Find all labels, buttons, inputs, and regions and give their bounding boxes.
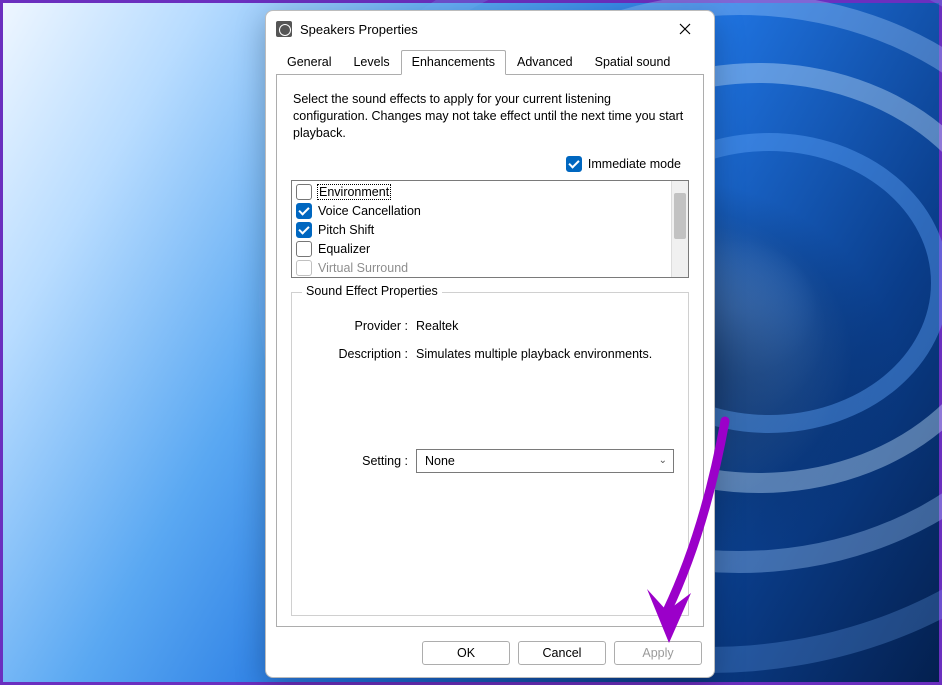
tab-levels[interactable]: Levels <box>342 50 400 75</box>
speaker-icon <box>276 21 292 37</box>
sound-effect-properties-group: Sound Effect Properties Provider : Realt… <box>291 292 689 616</box>
description-label: Description : <box>306 347 416 361</box>
effect-label: Equalizer <box>318 242 370 256</box>
effect-label: Pitch Shift <box>318 223 374 237</box>
tab-enhancements[interactable]: Enhancements <box>401 50 506 75</box>
cancel-button[interactable]: Cancel <box>518 641 606 665</box>
group-label: Sound Effect Properties <box>302 284 442 298</box>
effect-checkbox[interactable] <box>296 222 312 238</box>
effect-virtual-surround[interactable]: Virtual Surround <box>294 259 686 278</box>
ok-button[interactable]: OK <box>422 641 510 665</box>
effect-label: Virtual Surround <box>318 261 408 275</box>
setting-row: Setting : None ⌄ <box>306 449 674 473</box>
setting-value: None <box>425 454 455 468</box>
effect-voice-cancellation[interactable]: Voice Cancellation <box>294 202 686 221</box>
enhancements-panel: Select the sound effects to apply for yo… <box>276 74 704 627</box>
effect-checkbox[interactable] <box>296 241 312 257</box>
tab-advanced[interactable]: Advanced <box>506 50 584 75</box>
close-icon <box>679 23 691 35</box>
chevron-down-icon: ⌄ <box>659 455 667 466</box>
effect-equalizer[interactable]: Equalizer <box>294 240 686 259</box>
setting-select[interactable]: None ⌄ <box>416 449 674 473</box>
effect-label: Voice Cancellation <box>318 204 421 218</box>
speakers-properties-dialog: Speakers Properties General Levels Enhan… <box>265 10 715 678</box>
effect-checkbox[interactable] <box>296 203 312 219</box>
titlebar[interactable]: Speakers Properties <box>266 11 714 47</box>
apply-button[interactable]: Apply <box>614 641 702 665</box>
dialog-buttons: OK Cancel Apply <box>266 635 714 677</box>
description-row: Description : Simulates multiple playbac… <box>306 347 674 361</box>
effect-pitch-shift[interactable]: Pitch Shift <box>294 221 686 240</box>
effects-listbox[interactable]: Environment Voice Cancellation Pitch Shi… <box>291 180 689 278</box>
tab-strip: General Levels Enhancements Advanced Spa… <box>266 49 714 74</box>
provider-value: Realtek <box>416 319 674 333</box>
effect-environment[interactable]: Environment <box>294 183 686 202</box>
provider-row: Provider : Realtek <box>306 319 674 333</box>
effects-scrollbar[interactable] <box>671 181 688 277</box>
provider-label: Provider : <box>306 319 416 333</box>
description-value: Simulates multiple playback environments… <box>416 347 674 361</box>
effect-checkbox[interactable] <box>296 184 312 200</box>
immediate-mode-label: Immediate mode <box>588 157 681 171</box>
tab-spatial-sound[interactable]: Spatial sound <box>584 50 682 75</box>
immediate-mode-checkbox[interactable] <box>566 156 582 172</box>
scrollbar-thumb[interactable] <box>674 193 686 239</box>
setting-label: Setting : <box>306 454 416 468</box>
tab-general[interactable]: General <box>276 50 342 75</box>
effect-checkbox[interactable] <box>296 260 312 276</box>
immediate-mode-row[interactable]: Immediate mode <box>291 156 681 172</box>
effect-label: Environment <box>318 185 390 199</box>
panel-description: Select the sound effects to apply for yo… <box>293 91 687 142</box>
window-title: Speakers Properties <box>300 22 654 37</box>
close-button[interactable] <box>662 13 708 45</box>
